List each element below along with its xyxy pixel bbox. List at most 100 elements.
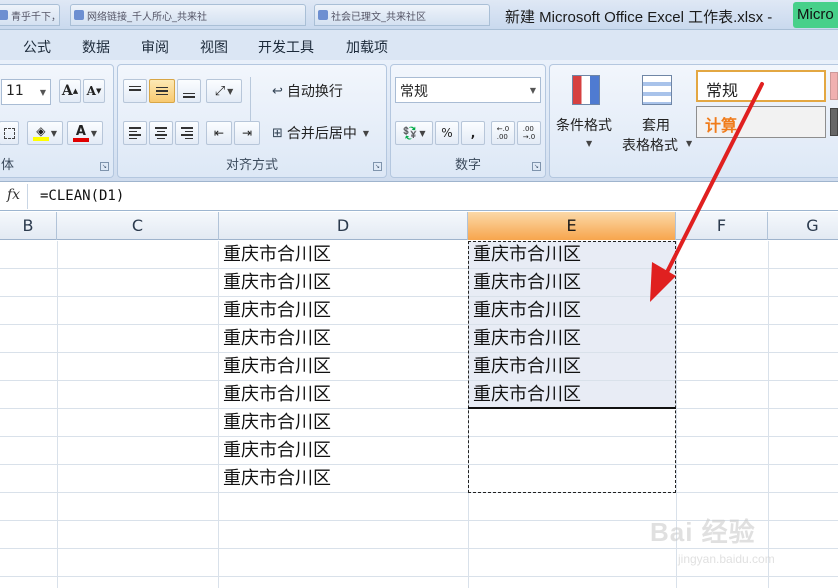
border-button[interactable] xyxy=(0,121,19,145)
text-orientation-icon: ⤢ xyxy=(214,83,226,99)
font-group: 11 ▼ A ▲ A ▼ ◈ ▼ A ▼ 体 ↘ xyxy=(0,64,114,178)
conditional-format-label: 条件格式 xyxy=(556,118,612,134)
style-calculation-tile[interactable]: 计算 xyxy=(696,106,826,138)
format-table-label-1: 套用 xyxy=(642,118,670,134)
column-header-d[interactable]: D xyxy=(219,212,468,240)
tab-review[interactable]: 审阅 xyxy=(141,37,169,57)
wrap-text-label: 自动换行 xyxy=(286,84,343,100)
style-normal-tile[interactable]: 常规 xyxy=(696,70,826,102)
decrease-decimal-icon: .00 →.0 xyxy=(522,125,536,141)
accounting-format-button[interactable]: 💱 ▼ xyxy=(395,121,433,145)
formula-bar: fx =CLEAN(D1) xyxy=(0,183,838,211)
column-header-e[interactable]: E xyxy=(468,212,676,240)
tab-data[interactable]: 数据 xyxy=(82,37,110,57)
increase-decimal-button[interactable]: ←.0.00 xyxy=(491,121,515,145)
browser-tab-label: 青乎千下， xyxy=(11,12,60,23)
percent-label: % xyxy=(441,126,453,140)
font-size-value: 11 xyxy=(6,83,24,99)
font-group-label: 体 xyxy=(1,158,15,173)
percent-button[interactable]: % xyxy=(435,121,459,145)
align-center-button[interactable] xyxy=(149,121,173,145)
tab-formulas[interactable]: 公式 xyxy=(23,37,51,57)
column-header-c[interactable]: C xyxy=(57,212,219,240)
browser-tab-label: 社会已理文_共来社区 xyxy=(331,12,426,23)
page-icon xyxy=(0,10,8,20)
comma-button[interactable]: , xyxy=(461,121,485,145)
comma-label: , xyxy=(470,126,476,140)
cell-d8[interactable]: 重庆市合川区 xyxy=(219,437,331,464)
currency-icon: 💱 xyxy=(402,126,418,140)
shrink-font-button[interactable]: A ▼ xyxy=(83,79,105,103)
wrap-text-button[interactable]: ↩ 自动换行 xyxy=(272,81,343,101)
fill-color-button[interactable]: ◈ ▼ xyxy=(27,121,63,145)
cell-d6[interactable]: 重庆市合川区 xyxy=(219,381,331,408)
number-group: 常规 ▼ 💱 ▼ % , ←.0.00 .00 →.0 数字 ↘ xyxy=(390,64,546,178)
chevron-down-icon: ▼ xyxy=(39,88,46,97)
increase-decimal-icon: ←.0.00 xyxy=(496,125,510,141)
format-as-table-button[interactable]: 套用 表格格式 ▼ xyxy=(620,71,696,155)
align-bottom-button[interactable] xyxy=(177,79,201,103)
dialog-launcher-icon[interactable]: ↘ xyxy=(532,162,541,171)
wrap-text-icon: ↩ xyxy=(272,83,283,99)
number-group-label: 数字 xyxy=(454,158,481,173)
format-table-icon xyxy=(642,75,672,105)
decrease-decimal-button[interactable]: .00 →.0 xyxy=(517,121,541,145)
dialog-launcher-icon[interactable]: ↘ xyxy=(100,162,109,171)
tab-view[interactable]: 视图 xyxy=(200,37,228,57)
column-header-g[interactable]: G xyxy=(768,212,838,240)
font-color-button[interactable]: A ▼ xyxy=(67,121,103,145)
cell-d2[interactable]: 重庆市合川区 xyxy=(219,269,331,296)
cell-d3[interactable]: 重庆市合川区 xyxy=(219,297,331,324)
copy-marquee xyxy=(468,241,676,493)
page-icon xyxy=(74,10,84,20)
insert-function-icon[interactable]: fx xyxy=(0,184,28,209)
increase-indent-icon: ⇥ xyxy=(241,126,253,140)
cell-d5[interactable]: 重庆市合川区 xyxy=(219,353,331,380)
align-left-icon xyxy=(129,127,141,139)
tab-developer[interactable]: 开发工具 xyxy=(258,37,314,57)
browser-tab-1[interactable]: 青乎千下， xyxy=(0,4,60,26)
watermark-url: jingyan.baidu.com xyxy=(678,552,775,566)
increase-indent-button[interactable]: ⇥ xyxy=(234,121,260,145)
cell-d9[interactable]: 重庆市合川区 xyxy=(219,465,331,492)
number-format-select[interactable]: 常规 ▼ xyxy=(395,77,541,103)
selection-edge xyxy=(468,407,676,409)
ribbon-tab-bar: 公式 数据 审阅 视图 开发工具 加载项 xyxy=(0,30,838,60)
style-normal-label: 常规 xyxy=(706,81,739,100)
column-header-b[interactable]: B xyxy=(0,212,57,240)
dialog-launcher-icon[interactable]: ↘ xyxy=(373,162,382,171)
app-name: Micro xyxy=(797,6,834,23)
cell-d4[interactable]: 重庆市合川区 xyxy=(219,325,331,352)
font-size-select[interactable]: 11 ▼ xyxy=(1,79,51,105)
conditional-format-icon xyxy=(572,75,600,105)
decrease-indent-icon: ⇤ xyxy=(213,126,225,140)
alignment-group-label: 对齐方式 xyxy=(225,158,278,173)
decrease-indent-button[interactable]: ⇤ xyxy=(206,121,232,145)
align-left-button[interactable] xyxy=(123,121,147,145)
align-center-icon xyxy=(155,127,167,139)
style-calc-label: 计算 xyxy=(705,116,738,135)
conditional-format-button[interactable]: 条件格式 ▼ xyxy=(550,71,626,155)
merge-center-button[interactable]: ⊞ 合并后居中 ▼ xyxy=(272,123,369,143)
chevron-down-icon: ▼ xyxy=(586,139,593,148)
format-table-label-2: 表格格式 xyxy=(622,138,678,154)
align-middle-button[interactable] xyxy=(149,79,175,103)
cell-d1[interactable]: 重庆市合川区 xyxy=(219,241,331,268)
align-right-button[interactable] xyxy=(175,121,199,145)
title-bar: 青乎千下， 网络链接_千人所心_共来社 社会已理文_共来社区 新建 Micros… xyxy=(0,0,838,30)
column-header-f[interactable]: F xyxy=(676,212,768,240)
number-format-value: 常规 xyxy=(400,84,428,100)
browser-tab-2[interactable]: 网络链接_千人所心_共来社 xyxy=(70,4,306,26)
border-icon xyxy=(3,127,15,139)
grow-font-button[interactable]: A ▲ xyxy=(59,79,81,103)
cell-d7[interactable]: 重庆市合川区 xyxy=(219,409,331,436)
style-gallery-overflow xyxy=(830,108,838,136)
align-top-button[interactable] xyxy=(123,79,147,103)
formula-input[interactable]: =CLEAN(D1) xyxy=(40,188,124,204)
chevron-down-icon: ▼ xyxy=(362,128,370,138)
browser-tab-3[interactable]: 社会已理文_共来社区 xyxy=(314,4,490,26)
cell-style-gallery: 常规 计算 xyxy=(696,68,838,144)
merge-cells-icon: ⊞ xyxy=(272,125,283,141)
orientation-button[interactable]: ⤢ ▼ xyxy=(206,79,242,103)
tab-add-ins[interactable]: 加载项 xyxy=(346,37,388,57)
